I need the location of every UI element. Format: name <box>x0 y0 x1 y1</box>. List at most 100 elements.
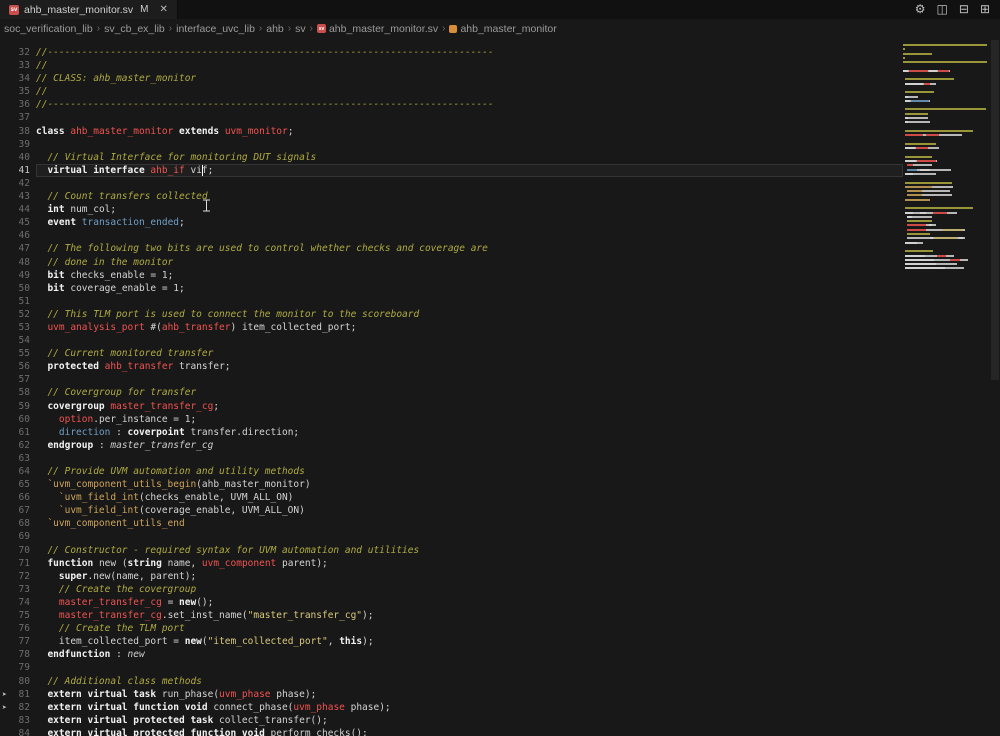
code-line[interactable]: 39 <box>0 138 903 151</box>
line-number[interactable]: 61 <box>0 426 34 439</box>
code-line[interactable]: 70 // Constructor - required syntax for … <box>0 544 903 557</box>
code-line[interactable]: 63 <box>0 452 903 465</box>
line-number[interactable]: 58 <box>0 386 34 399</box>
code-line[interactable]: 55 // Current monitored transfer <box>0 347 903 360</box>
vertical-scrollbar[interactable] <box>990 38 1000 736</box>
line-number[interactable]: 46 <box>0 229 34 242</box>
breadcrumb-item-ahb_master_monitor[interactable]: ahb_master_monitor <box>449 23 556 35</box>
code-line[interactable]: 78 endfunction : new <box>0 648 903 661</box>
code-line[interactable]: 74 master_transfer_cg = new(); <box>0 596 903 609</box>
line-number[interactable]: 48 <box>0 256 34 269</box>
line-number[interactable]: 74 <box>0 596 34 609</box>
gutter-arrow-icon[interactable]: ➤ <box>2 702 7 713</box>
code-line[interactable]: 62 endgroup : master_transfer_cg <box>0 439 903 452</box>
tab-ahb-master-monitor[interactable]: sv ahb_master_monitor.sv M ✕ <box>0 0 178 19</box>
line-number[interactable]: 62 <box>0 439 34 452</box>
line-number[interactable]: 84 <box>0 727 34 736</box>
line-number[interactable]: 33 <box>0 59 34 72</box>
code-line[interactable]: 65 `uvm_component_utils_begin(ahb_master… <box>0 478 903 491</box>
code-line[interactable]: 60 option.per_instance = 1; <box>0 413 903 426</box>
code-line[interactable]: 38class ahb_master_monitor extends uvm_m… <box>0 125 903 138</box>
line-number[interactable]: 79 <box>0 661 34 674</box>
line-number[interactable]: 57 <box>0 373 34 386</box>
line-number[interactable]: 49 <box>0 269 34 282</box>
minimap[interactable] <box>903 38 990 736</box>
line-number[interactable]: 81➤ <box>0 688 34 701</box>
line-number[interactable]: 36 <box>0 98 34 111</box>
line-number[interactable]: 82➤ <box>0 701 34 714</box>
code-line[interactable]: 82➤ extern virtual function void connect… <box>0 701 903 714</box>
line-number[interactable]: 77 <box>0 635 34 648</box>
line-number[interactable]: 63 <box>0 452 34 465</box>
settings-gear-icon[interactable]: ⚙ <box>915 0 926 19</box>
code-line[interactable]: 71 function new (string name, uvm_compon… <box>0 557 903 570</box>
line-number[interactable]: 44 <box>0 203 34 216</box>
scrollbar-thumb[interactable] <box>991 40 999 380</box>
code-line[interactable]: 52 // This TLM port is used to connect t… <box>0 308 903 321</box>
code-line[interactable]: 80 // Additional class methods <box>0 675 903 688</box>
gutter-arrow-icon[interactable]: ➤ <box>2 689 7 700</box>
code-line[interactable]: 42 <box>0 177 903 190</box>
code-line[interactable]: 57 <box>0 373 903 386</box>
line-number[interactable]: 56 <box>0 360 34 373</box>
code-line[interactable]: 45 event transaction_ended; <box>0 216 903 229</box>
line-number[interactable]: 52 <box>0 308 34 321</box>
breadcrumb-item-interface_uvc_lib[interactable]: interface_uvc_lib <box>176 23 255 35</box>
code-line[interactable]: 37 <box>0 111 903 124</box>
code-line[interactable]: 67 `uvm_field_int(coverage_enable, UVM_A… <box>0 504 903 517</box>
code-line[interactable]: 48 // done in the monitor <box>0 256 903 269</box>
code-line[interactable]: 47 // The following two bits are used to… <box>0 242 903 255</box>
line-number[interactable]: 54 <box>0 334 34 347</box>
code-line[interactable]: 53 uvm_analysis_port #(ahb_transfer) ite… <box>0 321 903 334</box>
line-number[interactable]: 71 <box>0 557 34 570</box>
code-line[interactable]: 33// <box>0 59 903 72</box>
code-line[interactable]: 41 virtual interface ahb_if vif; <box>0 164 903 177</box>
line-number[interactable]: 65 <box>0 478 34 491</box>
line-number[interactable]: 66 <box>0 491 34 504</box>
tab-close-icon[interactable]: ✕ <box>159 4 167 15</box>
code-line[interactable]: 76 // Create the TLM port <box>0 622 903 635</box>
code-line[interactable]: 69 <box>0 530 903 543</box>
line-number[interactable]: 78 <box>0 648 34 661</box>
code-line[interactable]: 84 extern virtual protected function voi… <box>0 727 903 736</box>
code-line[interactable]: 49 bit checks_enable = 1; <box>0 269 903 282</box>
line-number[interactable]: 47 <box>0 242 34 255</box>
line-number[interactable]: 40 <box>0 151 34 164</box>
line-number[interactable]: 38 <box>0 125 34 138</box>
line-number[interactable]: 60 <box>0 413 34 426</box>
line-number[interactable]: 55 <box>0 347 34 360</box>
line-number[interactable]: 73 <box>0 583 34 596</box>
code-line[interactable]: 46 <box>0 229 903 242</box>
line-number[interactable]: 34 <box>0 72 34 85</box>
line-number[interactable]: 41 <box>0 164 34 177</box>
line-number[interactable]: 83 <box>0 714 34 727</box>
line-number[interactable]: 72 <box>0 570 34 583</box>
line-number[interactable]: 75 <box>0 609 34 622</box>
code-line[interactable]: 68 `uvm_component_utils_end <box>0 517 903 530</box>
toggle-panel-icon[interactable]: ⊟ <box>959 0 969 19</box>
line-number[interactable]: 69 <box>0 530 34 543</box>
code-line[interactable]: 54 <box>0 334 903 347</box>
code-line[interactable]: 58 // Covergroup for transfer <box>0 386 903 399</box>
code-line[interactable]: 50 bit coverage_enable = 1; <box>0 282 903 295</box>
code-line[interactable]: 79 <box>0 661 903 674</box>
line-number[interactable]: 51 <box>0 295 34 308</box>
line-number[interactable]: 80 <box>0 675 34 688</box>
line-number[interactable]: 39 <box>0 138 34 151</box>
line-number[interactable]: 35 <box>0 85 34 98</box>
line-number[interactable]: 45 <box>0 216 34 229</box>
breadcrumb-item-soc_verification_lib[interactable]: soc_verification_lib <box>4 23 93 35</box>
code-line[interactable]: 32//------------------------------------… <box>0 46 903 59</box>
line-number[interactable]: 70 <box>0 544 34 557</box>
code-line[interactable]: 61 direction : coverpoint transfer.direc… <box>0 426 903 439</box>
code-line[interactable]: 35// <box>0 85 903 98</box>
code-line[interactable]: 66 `uvm_field_int(checks_enable, UVM_ALL… <box>0 491 903 504</box>
code-line[interactable]: 56 protected ahb_transfer transfer; <box>0 360 903 373</box>
code-line[interactable]: 81➤ extern virtual task run_phase(uvm_ph… <box>0 688 903 701</box>
breadcrumb-item-sv_cb_ex_lib[interactable]: sv_cb_ex_lib <box>104 23 165 35</box>
code-line[interactable]: 34// CLASS: ahb_master_monitor <box>0 72 903 85</box>
line-number[interactable]: 32 <box>0 46 34 59</box>
line-number[interactable]: 59 <box>0 400 34 413</box>
code-line[interactable]: 44 int num_col; <box>0 203 903 216</box>
code-line[interactable]: 51 <box>0 295 903 308</box>
